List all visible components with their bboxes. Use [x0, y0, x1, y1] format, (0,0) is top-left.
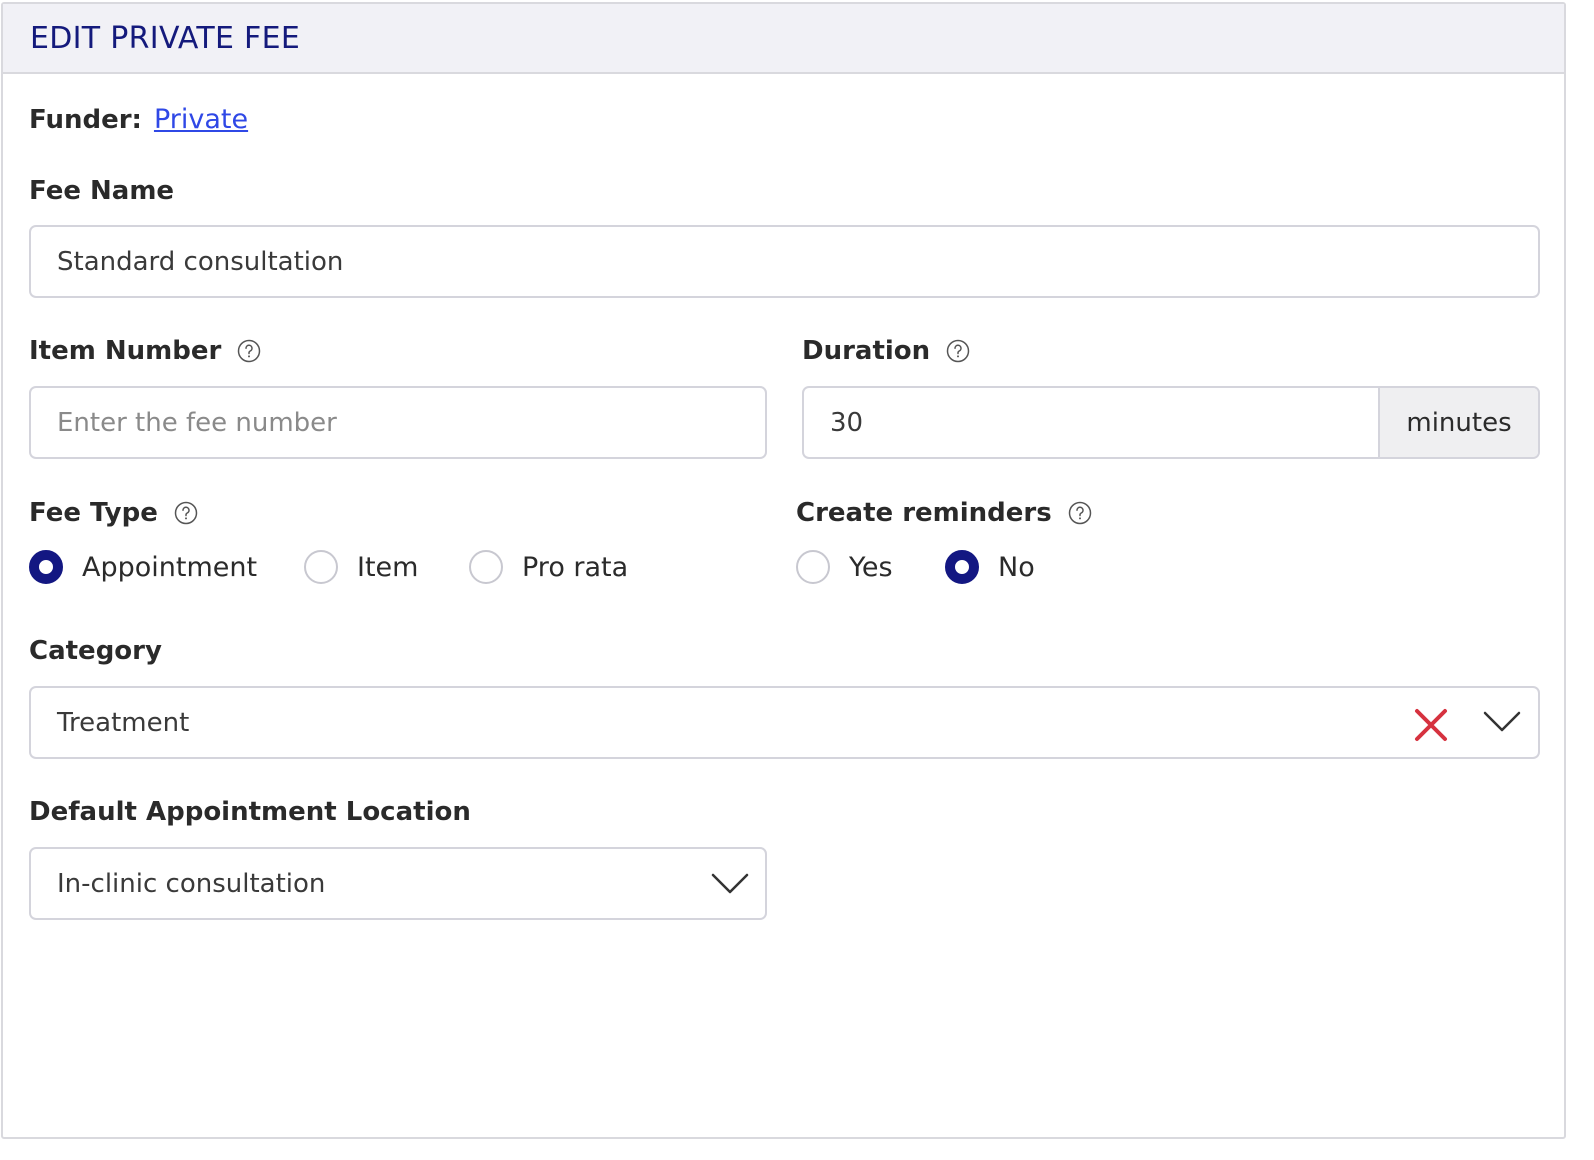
item-number-input[interactable]: [29, 386, 767, 459]
help-icon[interactable]: [174, 501, 198, 525]
radio-checked-icon[interactable]: [945, 550, 979, 584]
create-reminders-label-row: Create reminders: [796, 498, 1092, 528]
radio-label: Pro rata: [522, 551, 629, 583]
chevron-down-icon[interactable]: [1483, 710, 1521, 734]
category-select-value: Treatment: [57, 707, 190, 738]
duration-unit: minutes: [1378, 388, 1538, 457]
funder-label: Funder:: [29, 105, 142, 135]
fee-type-label-row: Fee Type: [29, 498, 198, 528]
duration-label-row: Duration: [802, 336, 970, 366]
create-reminders-yes-radio[interactable]: Yes: [796, 550, 893, 584]
create-reminders-no-radio[interactable]: No: [945, 550, 1035, 584]
help-icon[interactable]: [946, 339, 970, 363]
help-icon[interactable]: [237, 339, 261, 363]
funder-row: Funder: Private: [29, 104, 248, 135]
fee-type-appointment-radio[interactable]: Appointment: [29, 550, 257, 584]
default-location-select[interactable]: In-clinic consultation: [29, 847, 767, 920]
radio-label: No: [998, 551, 1035, 583]
radio-checked-icon[interactable]: [29, 550, 63, 584]
fee-name-label: Fee Name: [29, 176, 175, 206]
default-location-select-value: In-clinic consultation: [57, 868, 326, 899]
category-select[interactable]: Treatment: [29, 686, 1540, 759]
radio-label: Yes: [849, 551, 893, 583]
edit-fee-panel: EDIT PRIVATE FEE Funder: Private Fee Nam…: [1, 2, 1566, 1139]
item-number-input-value[interactable]: [57, 407, 765, 438]
radio-unchecked-icon[interactable]: [796, 550, 830, 584]
fee-name-input-value[interactable]: [57, 246, 1538, 277]
duration-label: Duration: [802, 336, 931, 366]
radio-label: Item: [357, 551, 419, 583]
funder-link[interactable]: Private: [154, 104, 248, 135]
fee-type-label: Fee Type: [29, 498, 158, 528]
radio-unchecked-icon[interactable]: [469, 550, 503, 584]
fee-type-pro-rata-radio[interactable]: Pro rata: [469, 550, 628, 584]
create-reminders-label: Create reminders: [796, 498, 1052, 528]
duration-input-value[interactable]: [830, 407, 1350, 438]
item-number-label: Item Number: [29, 336, 222, 366]
category-label: Category: [29, 636, 162, 666]
default-location-label: Default Appointment Location: [29, 797, 471, 827]
panel-header: EDIT PRIVATE FEE: [3, 4, 1564, 74]
clear-icon[interactable]: [1413, 707, 1449, 743]
panel-title: EDIT PRIVATE FEE: [30, 20, 301, 56]
fee-name-input[interactable]: [29, 225, 1540, 298]
radio-unchecked-icon[interactable]: [304, 550, 338, 584]
chevron-down-icon[interactable]: [711, 872, 749, 896]
item-number-label-row: Item Number: [29, 336, 261, 366]
fee-type-item-radio[interactable]: Item: [304, 550, 418, 584]
duration-input[interactable]: minutes: [802, 386, 1540, 459]
help-icon[interactable]: [1068, 501, 1092, 525]
radio-label: Appointment: [82, 551, 258, 583]
